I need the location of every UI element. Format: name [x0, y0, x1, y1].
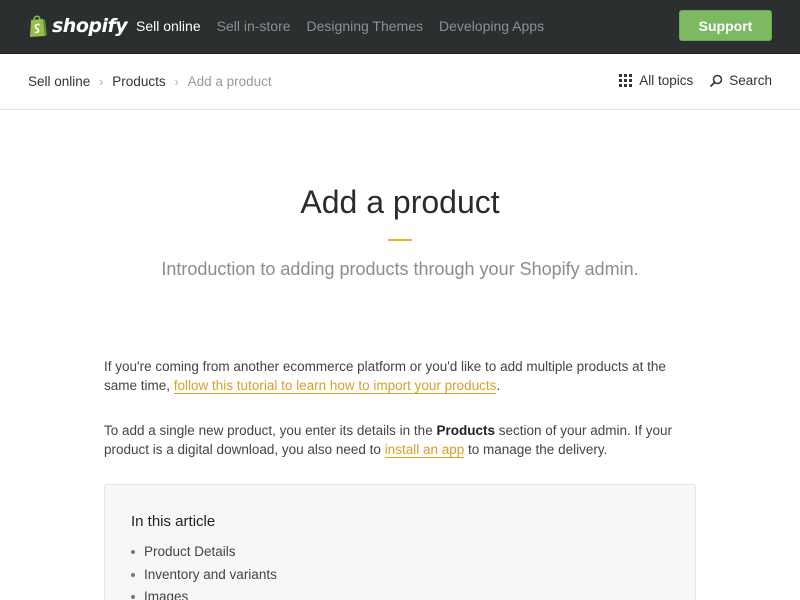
all-topics-button[interactable]: All topics	[619, 73, 693, 88]
logo-wordmark: shopify	[52, 15, 128, 37]
chevron-right-icon: ›	[99, 74, 104, 89]
subnav-actions: All topics Search	[619, 73, 772, 88]
support-button[interactable]: Support	[679, 10, 772, 41]
install-app-link[interactable]: install an app	[384, 442, 465, 458]
toc-title: In this article	[131, 513, 216, 530]
search-button[interactable]: Search	[709, 73, 772, 88]
toc-list: Product Details Inventory and variants I…	[131, 541, 277, 600]
main-nav-links: Sell online Sell in-store Designing Them…	[136, 18, 560, 34]
nav-link-designing-themes[interactable]: Designing Themes	[307, 18, 423, 34]
breadcrumb-products[interactable]: Products	[112, 74, 165, 89]
nav-link-sell-in-store[interactable]: Sell in-store	[217, 18, 291, 34]
products-bold: Products	[436, 423, 495, 438]
search-icon	[710, 74, 723, 87]
breadcrumb-sell-online[interactable]: Sell online	[28, 74, 90, 89]
intro-paragraph: If you're coming from another ecommerce …	[104, 357, 696, 395]
article-contents-box: In this article Product Details Inventor…	[104, 484, 696, 600]
shopping-bag-icon	[30, 15, 47, 37]
bullet-icon	[131, 595, 135, 600]
bullet-icon	[131, 572, 135, 577]
grid-icon	[619, 74, 633, 87]
sub-navigation: Sell online › Products › Add a product A…	[0, 55, 800, 110]
all-topics-label: All topics	[639, 73, 694, 88]
chevron-right-icon: ›	[174, 74, 179, 89]
shopify-logo[interactable]: shopify	[28, 12, 128, 40]
p2-text-c: to manage the delivery.	[464, 442, 608, 457]
toc-item[interactable]: Product Details	[131, 541, 277, 564]
p2-text-a: To add a single new product, you enter i…	[104, 423, 437, 438]
nav-link-developing-apps[interactable]: Developing Apps	[439, 18, 544, 34]
toc-item[interactable]: Inventory and variants	[131, 564, 277, 587]
toc-item-label: Inventory and variants	[144, 566, 277, 582]
toc-item[interactable]: Images	[131, 586, 277, 600]
page-subtitle: Introduction to adding products through …	[161, 259, 639, 279]
import-tutorial-link[interactable]: follow this tutorial to learn how to imp…	[173, 378, 497, 394]
intro-end: .	[496, 378, 501, 393]
breadcrumb-current: Add a product	[187, 74, 272, 89]
breadcrumb: Sell online › Products › Add a product	[28, 74, 272, 89]
toc-item-label: Images	[144, 589, 189, 600]
toc-item-label: Product Details	[144, 544, 236, 559]
top-navigation: shopify Sell online Sell in-store Design…	[0, 0, 800, 54]
search-label: Search	[729, 73, 772, 88]
nav-link-sell-online[interactable]: Sell online	[136, 18, 201, 34]
title-divider	[388, 239, 412, 241]
page-title: Add a product	[300, 184, 500, 220]
single-product-paragraph: To add a single new product, you enter i…	[104, 421, 696, 459]
bullet-icon	[131, 550, 135, 555]
